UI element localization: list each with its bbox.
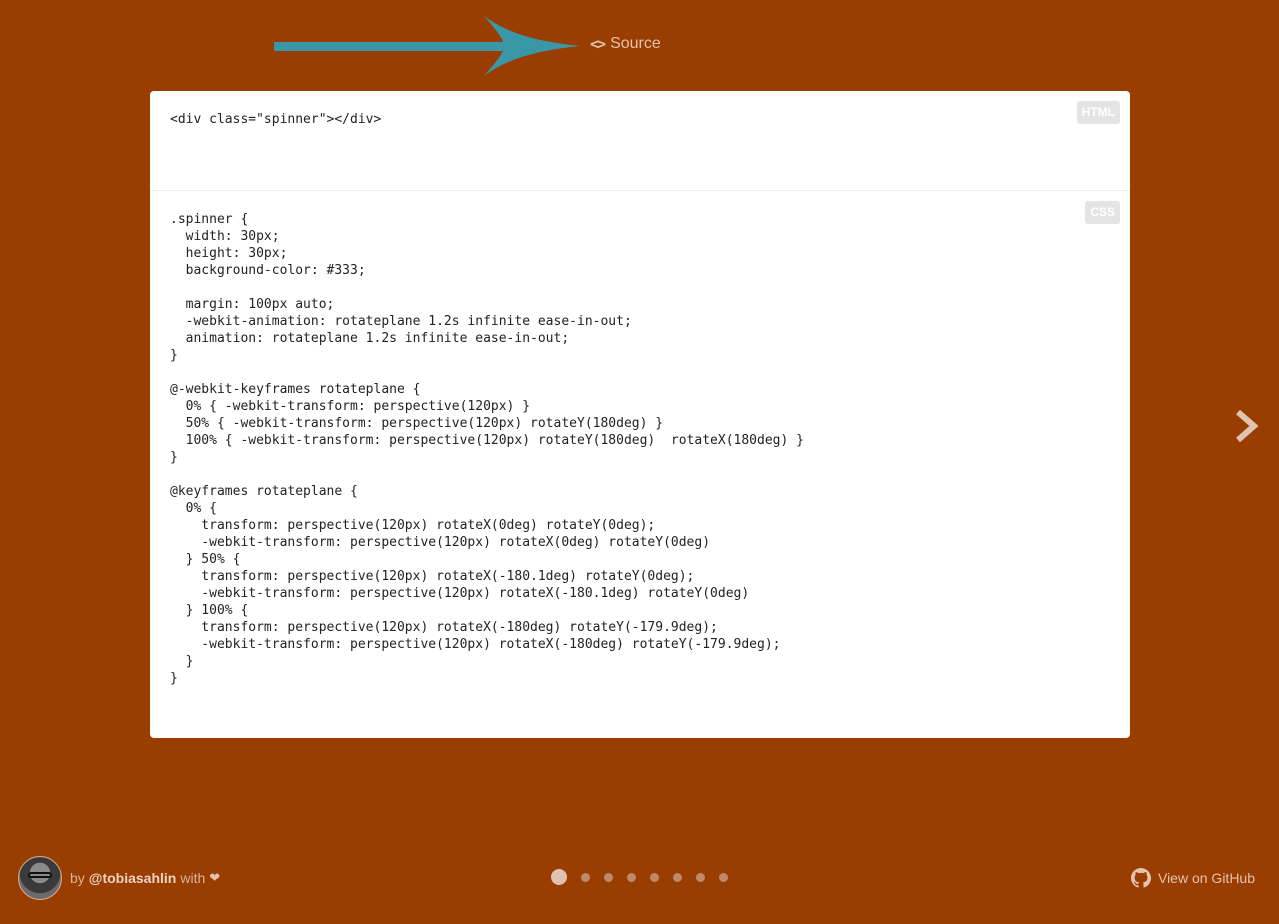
css-badge: CSS — [1085, 201, 1120, 224]
github-link[interactable]: View on GitHub — [1130, 866, 1255, 890]
css-code: .spinner { width: 30px; height: 30px; ba… — [170, 212, 804, 686]
source-link[interactable]: <> Source — [590, 34, 661, 54]
page-dot-4[interactable] — [627, 872, 636, 882]
page-dots — [551, 869, 742, 885]
code-panel: <div class="spinner"></div> HTML .spinne… — [150, 91, 1130, 738]
page-dot-7[interactable] — [696, 872, 705, 882]
html-badge: HTML — [1076, 101, 1120, 124]
page-dot-6[interactable] — [673, 872, 682, 882]
github-icon — [1130, 868, 1151, 888]
page-dot-3[interactable] — [604, 872, 613, 882]
html-code: <div class="spinner"></div> — [170, 112, 382, 127]
author-handle-link[interactable]: @tobiasahlin — [89, 870, 177, 886]
page-dot-2[interactable] — [581, 872, 590, 882]
heart-icon: ❤ — [209, 870, 221, 885]
page-dot-1[interactable] — [551, 869, 567, 885]
source-label: Source — [610, 35, 661, 52]
with-text: with — [180, 870, 206, 886]
chevron-right-icon[interactable] — [1233, 409, 1259, 443]
html-code-section: <div class="spinner"></div> HTML — [150, 91, 1130, 191]
css-code-section: .spinner { width: 30px; height: 30px; ba… — [150, 191, 1130, 738]
by-text: by — [70, 870, 85, 886]
page-dot-5[interactable] — [650, 872, 659, 882]
github-label: View on GitHub — [1157, 870, 1255, 886]
author-credit: by @tobiasahlin with ❤ — [18, 856, 220, 900]
page-dot-8[interactable] — [719, 872, 728, 882]
avatar[interactable] — [18, 856, 62, 900]
code-brackets-icon: <> — [590, 35, 606, 53]
annotation-arrow-icon — [274, 16, 580, 76]
